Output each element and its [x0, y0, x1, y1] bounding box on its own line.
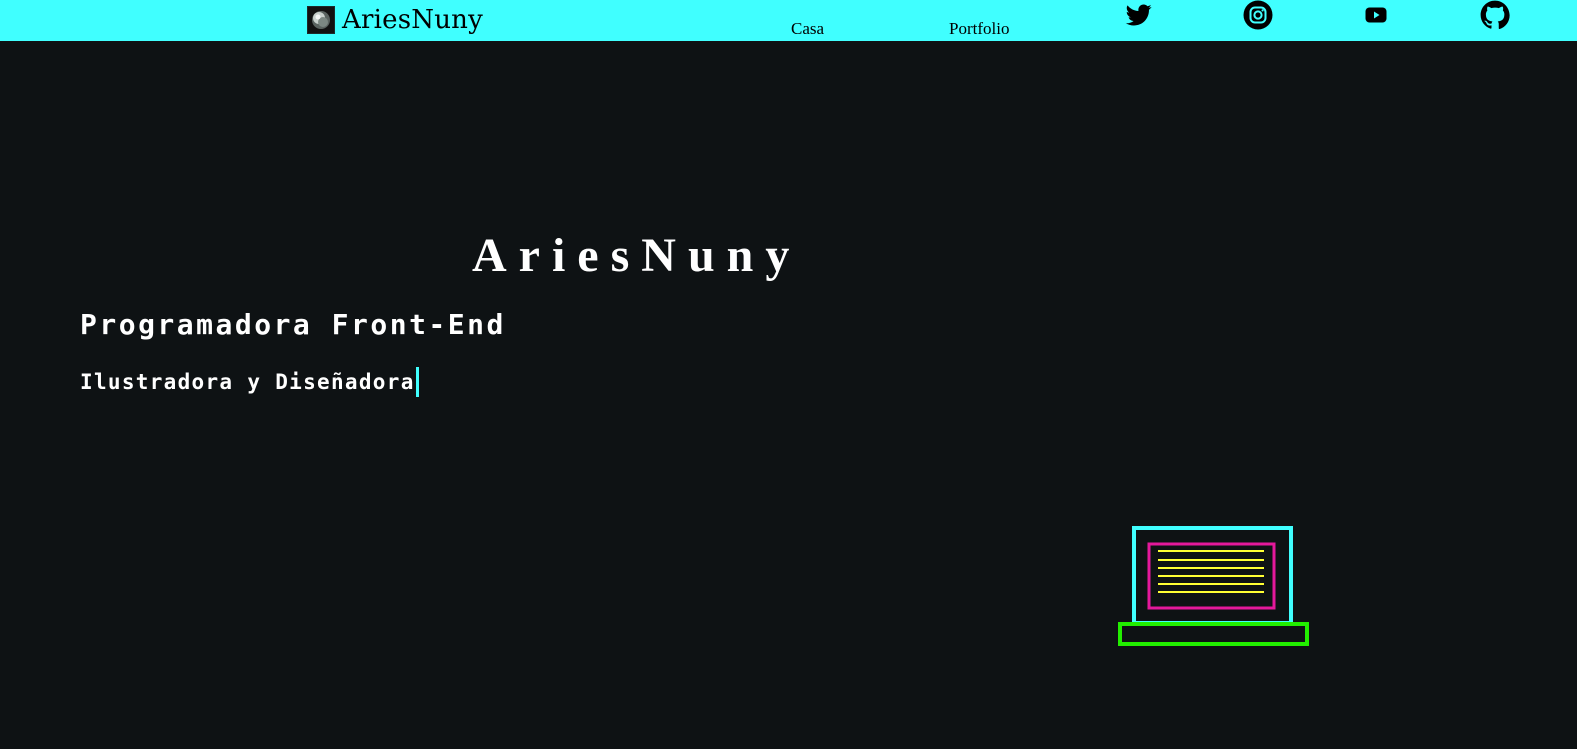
logo-icon [307, 6, 335, 34]
hero-title: AriesNuny [472, 229, 802, 282]
github-icon[interactable] [1479, 0, 1511, 30]
brand-name: AriesNuny [342, 5, 483, 35]
instagram-icon[interactable] [1242, 0, 1274, 30]
youtube-icon[interactable] [1360, 0, 1392, 30]
navbar: AriesNuny Casa Portfolio [0, 0, 1577, 41]
typed-text: Ilustradora y Diseñadora [80, 370, 415, 394]
typing-cursor [415, 367, 419, 397]
nav-link-portfolio[interactable]: Portfolio [949, 19, 1009, 39]
hero-typed-text: Ilustradora y Diseñadora [80, 366, 419, 398]
twitter-icon[interactable] [1123, 0, 1155, 30]
laptop-illustration [1118, 526, 1309, 646]
hero-subtitle: Programadora Front-End [80, 308, 506, 341]
nav-link-casa[interactable]: Casa [791, 19, 824, 39]
brand-link[interactable]: AriesNuny [307, 3, 483, 37]
laptop-base [1118, 622, 1309, 646]
